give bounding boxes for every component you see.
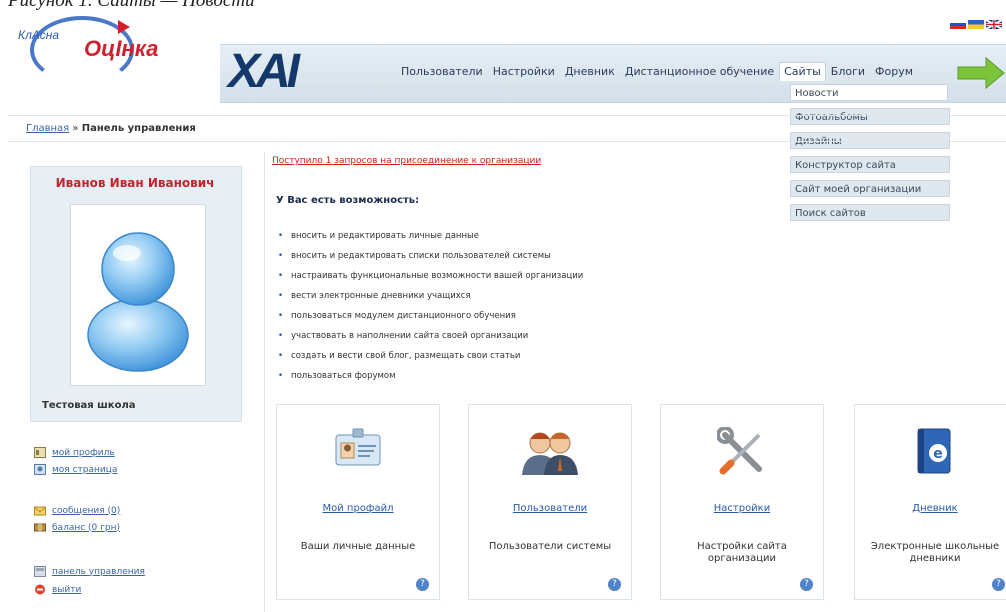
list-item: пользоваться модулем дистанционного обуч… [278,306,583,326]
logo-word-1: КлАсна [18,28,59,42]
help-icon[interactable]: ? [800,578,813,591]
card-description: Настройки сайта организации [697,541,787,564]
dropdown-item-my-org-site[interactable]: Сайт моей организации [790,180,950,197]
messages-icon [34,506,46,516]
dropdown-item-site-search[interactable]: Поиск сайтов [790,204,950,221]
card-title[interactable]: Настройки [661,503,823,514]
control-panel-icon [34,566,46,577]
dropdown-item-news[interactable]: Новости [790,84,948,101]
nav-item-forum[interactable]: Форум [870,62,918,81]
next-arrow-icon[interactable] [956,56,1006,90]
flag-ru-icon[interactable] [950,20,966,29]
dropdown-item-site-builder[interactable]: Конструктор сайта [790,156,950,173]
diary-icon: e [917,428,951,474]
breadcrumb: Главная » Панель управления [26,123,196,134]
top-caption: Рисунок 1. Сайты — Новости [8,0,255,11]
nav-item-sites[interactable]: Сайты [779,62,826,81]
card-users: Пользователи Пользователи системы ? [468,404,632,600]
profile-name: Иванов Иван Иванович [55,176,215,190]
help-icon[interactable]: ? [416,578,429,591]
id-card-icon [335,428,381,466]
card-diary: e Дневник Электронные школьные дневники … [854,404,1006,600]
breadcrumb-home-link[interactable]: Главная [26,123,69,134]
help-icon[interactable]: ? [992,578,1005,591]
breadcrumb-current: Панель управления [81,123,196,134]
card-settings: Настройки Настройки сайта организации ? [660,404,824,600]
svg-text:e: e [933,446,943,462]
card-my-profile: Мой профайл Ваши личные данные ? [276,404,440,600]
nav-item-blogs[interactable]: Блоги [826,62,870,81]
list-item: создать и вести свой блог, размещать сво… [278,346,583,366]
join-requests-notice[interactable]: Поступило 1 запросов на присоединение к … [272,156,541,166]
page-icon [34,464,46,475]
card-title[interactable]: Мой профайл [277,503,439,514]
sidebar-link-control-panel[interactable]: панель управления [34,566,145,577]
logo-arrow [118,20,130,34]
sites-dropdown: Новости Фотоальбомы Дизайны Конструктор … [790,84,952,228]
balance-icon [34,523,46,532]
list-item: вносить и редактировать личные данные [278,226,583,246]
sidebar-link-balance[interactable]: баланс (0 грн) [34,522,120,533]
sidebar-link-messages[interactable]: сообщения (0) [34,505,120,516]
capabilities-heading: У Вас есть возможность: [276,195,420,206]
brand-logo[interactable]: ХАІ [228,46,300,98]
nav-item-diary[interactable]: Дневник [560,62,620,81]
flag-gb-icon[interactable] [986,20,1002,29]
avatar-person-icon [87,232,189,372]
sidebar-link-my-page[interactable]: моя страница [34,464,117,475]
card-description: Ваши личные данные [300,541,416,552]
language-switcher [950,20,1002,29]
list-item: участвовать в наполнении сайта своей орг… [278,326,583,346]
nav-item-settings[interactable]: Настройки [488,62,560,81]
users-icon [522,432,578,475]
sidebar-link-exit[interactable]: выйти [34,584,81,595]
list-item: настраивать функциональные возможности в… [278,266,583,286]
sidebar-link-my-profile[interactable]: мой профиль [34,447,115,458]
card-description: Пользователи системы [488,541,612,552]
card-title[interactable]: Пользователи [469,503,631,514]
card-description: Электронные школьные дневники [870,541,1000,564]
breadcrumb-separator: » [72,123,79,134]
list-item: вносить и редактировать списки пользоват… [278,246,583,266]
avatar [70,204,206,386]
help-icon[interactable]: ? [608,578,621,591]
flag-ua-icon[interactable] [968,20,984,29]
card-title[interactable]: Дневник [855,503,1006,514]
nav-item-distance-learning[interactable]: Дистанционное обучение [620,62,779,81]
profile-icon [34,447,46,458]
nav-item-users[interactable]: Пользователи [396,62,488,81]
nav-menu: Пользователи Настройки Дневник Дистанцио… [396,62,918,81]
exit-icon [35,584,45,595]
list-item: пользоваться форумом [278,366,583,386]
site-logo[interactable]: КлАсна ОцІнка [14,14,174,90]
logo-word-2: ОцІнка [84,36,159,61]
tools-icon [717,427,762,475]
list-item: вести электронные дневники учащихся [278,286,583,306]
school-name: Тестовая школа [42,400,136,411]
capabilities-list: вносить и редактировать личные данные вн… [278,226,583,386]
